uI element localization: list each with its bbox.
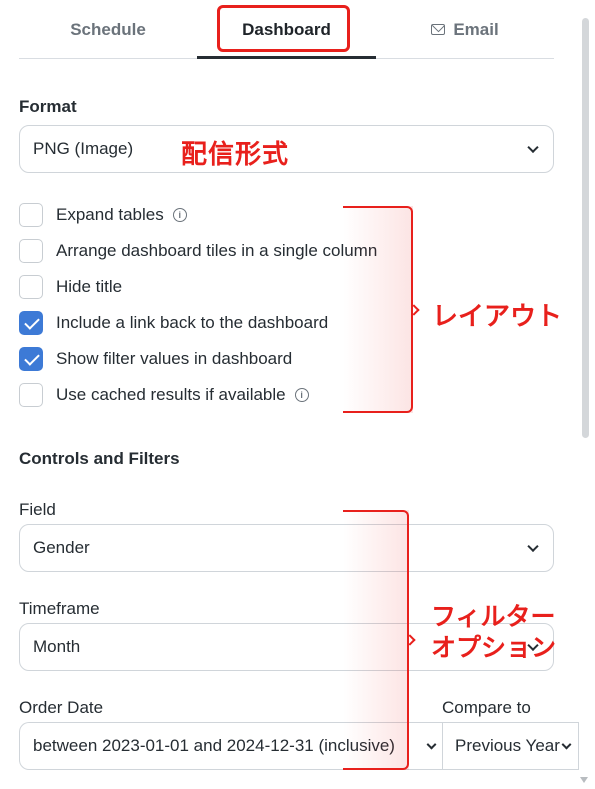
tab-email[interactable]: Email [376, 0, 554, 59]
compare-to-value: Previous Year [455, 736, 560, 755]
filter-annotation-line2: オプション [431, 633, 557, 662]
filter-annotation-line1: フィルター [431, 602, 556, 631]
option-use-cached[interactable]: Use cached results if available i [19, 383, 309, 407]
info-icon[interactable]: i [294, 388, 309, 402]
option-label: Show filter values in dashboard [56, 349, 293, 368]
format-annotation: 配信形式 [181, 140, 290, 170]
checkbox[interactable] [19, 203, 43, 227]
tab-dashboard-label: Dashboard [242, 19, 331, 39]
active-tab-indicator [197, 56, 376, 59]
filter-annotation: フィルター オプション [431, 601, 556, 663]
scroll-down-arrow-icon[interactable] [580, 777, 588, 783]
tab-bar: Schedule Dashboard Email [19, 0, 554, 59]
chevron-down-icon [426, 739, 437, 750]
layout-annotation: レイアウト [432, 302, 563, 332]
option-label: Arrange dashboard tiles in a single colu… [56, 241, 378, 260]
field-select[interactable]: Gender [19, 524, 554, 572]
controls-heading: Controls and Filters [19, 449, 180, 468]
checkbox[interactable] [19, 239, 43, 263]
field-value: Gender [33, 538, 90, 557]
field-label: Field [19, 500, 56, 519]
info-icon[interactable]: i [172, 208, 187, 222]
filter-annotation-bracket [343, 510, 409, 770]
option-label: Hide title [56, 277, 123, 296]
checkbox[interactable] [19, 383, 43, 407]
compare-to-label: Compare to [442, 698, 531, 717]
scrollbar-thumb[interactable] [582, 18, 589, 438]
order-date-label: Order Date [19, 698, 104, 717]
compare-to-select[interactable]: Previous Year [442, 722, 579, 770]
tab-schedule[interactable]: Schedule [19, 0, 197, 59]
option-label: Use cached results if available [56, 385, 286, 404]
option-show-filter-values[interactable]: Show filter values in dashboard [19, 347, 292, 371]
format-label: Format [19, 97, 77, 116]
option-single-column[interactable]: Arrange dashboard tiles in a single colu… [19, 239, 377, 263]
checkbox[interactable] [19, 275, 43, 299]
mail-icon [431, 24, 446, 35]
order-date-value: between 2023-01-01 and 2024-12-31 (inclu… [33, 736, 395, 755]
checkbox-checked[interactable] [19, 311, 43, 335]
option-label: Include a link back to the dashboard [56, 313, 329, 332]
format-value: PNG (Image) [33, 139, 134, 158]
tab-email-label: Email [453, 19, 499, 39]
chevron-down-icon [527, 540, 539, 553]
tab-dashboard[interactable]: Dashboard [197, 0, 376, 59]
option-include-link[interactable]: Include a link back to the dashboard [19, 311, 328, 335]
option-label: Expand tables [56, 205, 164, 224]
timeframe-value: Month [33, 637, 81, 656]
tab-schedule-label: Schedule [70, 19, 146, 39]
checkbox-checked[interactable] [19, 347, 43, 371]
chevron-down-icon [561, 739, 572, 750]
chevron-down-icon [527, 141, 539, 154]
option-hide-title[interactable]: Hide title [19, 275, 122, 299]
layout-annotation-bracket [343, 206, 413, 413]
timeframe-label: Timeframe [19, 599, 100, 618]
option-expand-tables[interactable]: Expand tables i [19, 203, 187, 227]
